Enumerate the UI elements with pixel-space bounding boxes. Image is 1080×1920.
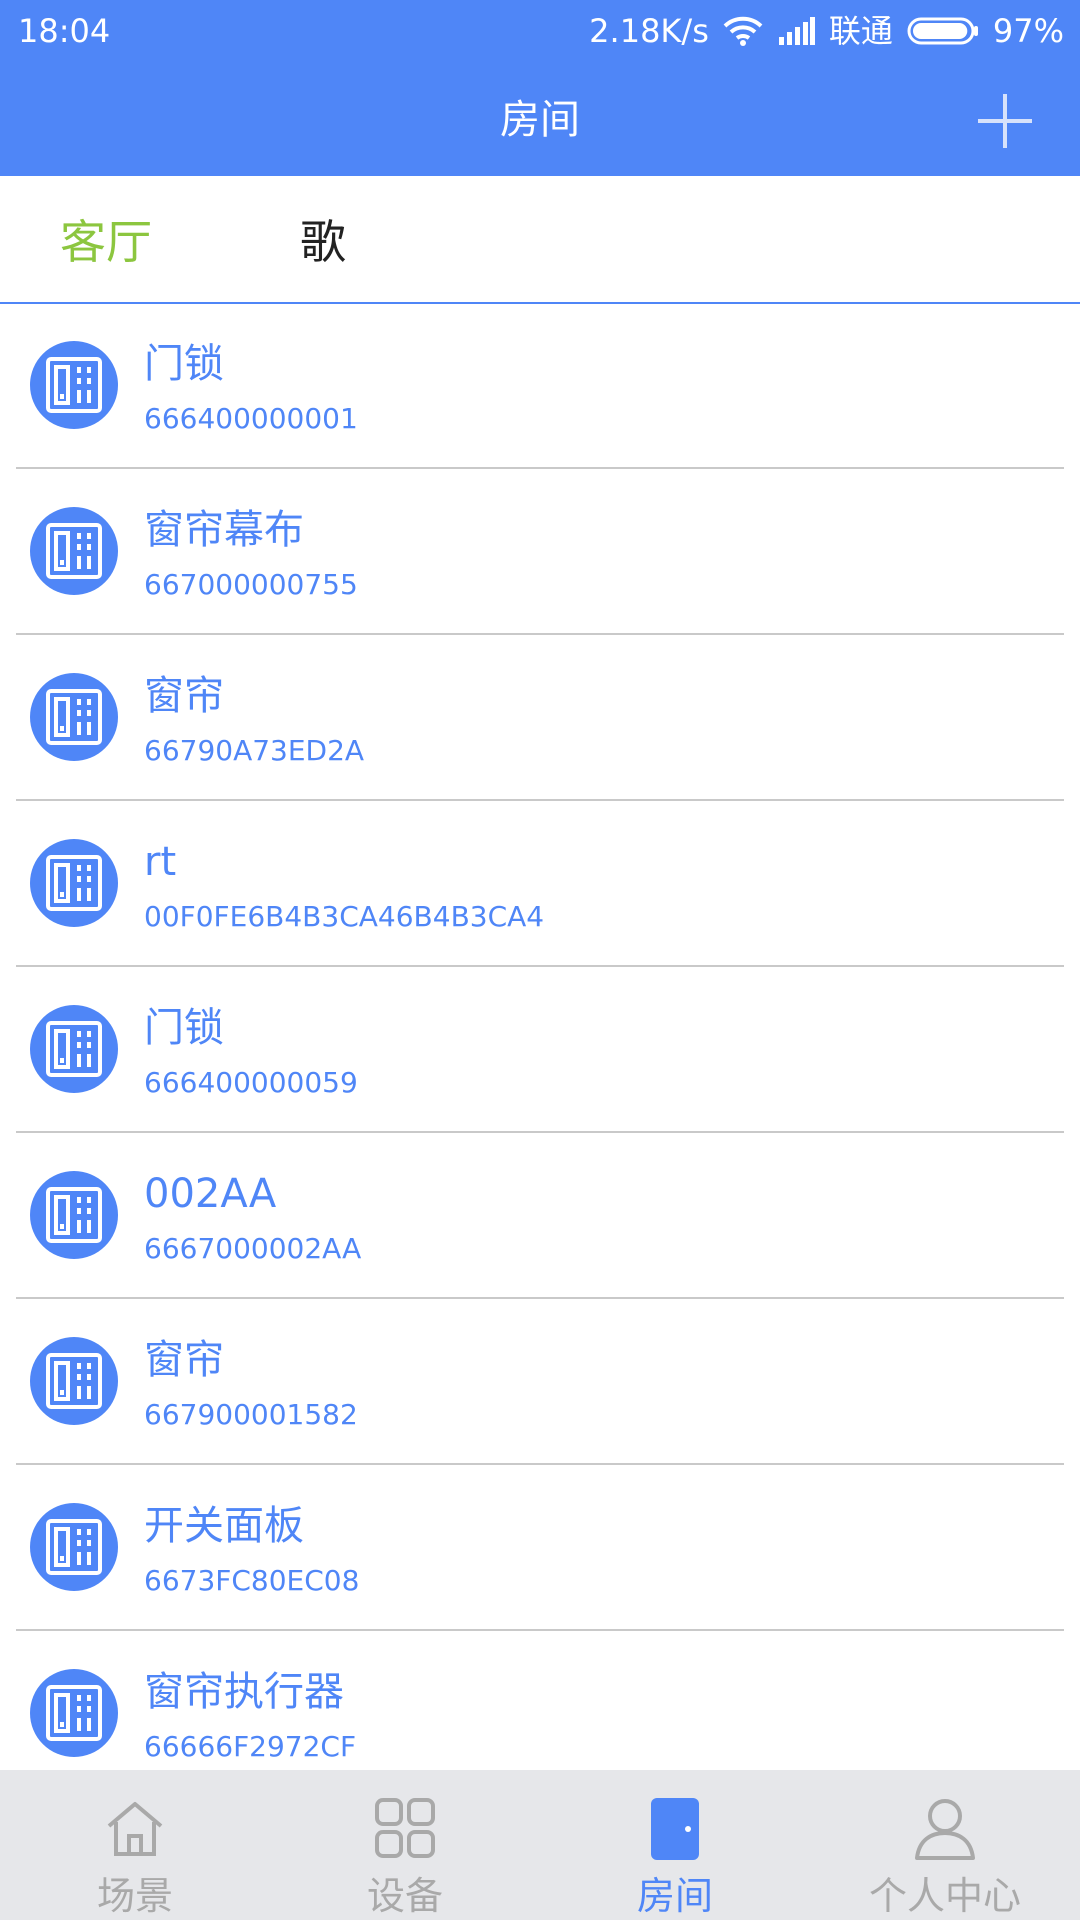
signal-icon (777, 17, 815, 45)
wifi-icon (723, 16, 763, 46)
device-name: 窗帘幕布 (144, 507, 304, 553)
device-icon-circle (30, 673, 118, 761)
switch-panel-icon (46, 523, 102, 579)
device-icon-circle (30, 1337, 118, 1425)
home-icon (107, 1802, 163, 1856)
device-row[interactable]: 窗帘幕布 667000000755 (16, 469, 1064, 635)
device-code: 666400000059 (144, 1066, 358, 1099)
nav-profile[interactable]: 个人中心 (810, 1770, 1080, 1920)
nav-scenes[interactable]: 场景 (0, 1770, 270, 1920)
tab-living-room[interactable]: 客厅 (60, 214, 152, 270)
device-code: 66790A73ED2A (144, 734, 365, 767)
device-name: 门锁 (144, 341, 224, 387)
device-code: 66666F2972CF (144, 1730, 357, 1763)
switch-panel-icon (46, 689, 102, 745)
device-icon-circle (30, 341, 118, 429)
battery-percent: 97% (992, 12, 1064, 50)
device-name: 门锁 (144, 1005, 224, 1051)
nav-label: 设备 (366, 1874, 443, 1918)
device-name: 窗帘 (144, 1337, 224, 1383)
device-row[interactable]: 窗帘 66790A73ED2A (16, 635, 1064, 801)
device-code: 6667000002AA (144, 1232, 362, 1265)
plus-icon (978, 94, 1032, 148)
device-row[interactable]: 门锁 666400000001 (16, 303, 1064, 469)
carrier-name: 联通 (828, 12, 893, 50)
device-icon-circle (30, 1503, 118, 1591)
status-time: 18:04 (18, 12, 111, 50)
device-icon-circle (30, 1005, 118, 1093)
nav-label: 房间 (636, 1874, 713, 1918)
device-name: 窗帘 (144, 673, 224, 719)
tab-room-2[interactable]: 歌 (300, 214, 346, 270)
nav-label: 场景 (96, 1874, 173, 1918)
top-bar: 18:04 2.18K/s 联通 97% 房间 (0, 0, 1080, 176)
device-name: 开关面板 (144, 1503, 304, 1549)
device-row[interactable]: 开关面板 6673FC80EC08 (16, 1465, 1064, 1631)
status-bar: 18:04 2.18K/s 联通 97% (0, 0, 1080, 62)
user-icon (915, 1799, 975, 1860)
switch-panel-icon (46, 1187, 102, 1243)
nav-label: 个人中心 (868, 1874, 1021, 1918)
device-icon-circle (30, 507, 118, 595)
device-icon-circle (30, 839, 118, 927)
room-tabs: 客厅 歌 (0, 176, 1080, 304)
device-icon-circle (30, 1669, 118, 1757)
grid-icon (375, 1798, 435, 1858)
device-code: 6673FC80EC08 (144, 1564, 360, 1597)
switch-panel-icon (46, 357, 102, 413)
device-code: 666400000001 (144, 402, 358, 435)
bottom-nav: 场景 设备 房间 个人中心 (0, 1770, 1080, 1920)
add-room-button[interactable] (972, 88, 1038, 154)
device-icon-circle (30, 1171, 118, 1259)
device-row[interactable]: 门锁 666400000059 (16, 967, 1064, 1133)
switch-panel-icon (46, 1021, 102, 1077)
device-row[interactable]: rt 00F0FE6B4B3CA46B4B3CA4 (16, 801, 1064, 967)
nav-devices[interactable]: 设备 (270, 1770, 540, 1920)
device-code: 00F0FE6B4B3CA46B4B3CA4 (144, 900, 545, 933)
device-row[interactable]: 002AA 6667000002AA (16, 1133, 1064, 1299)
switch-panel-icon (46, 855, 102, 911)
battery-icon (907, 16, 979, 46)
device-row[interactable]: 窗帘执行器 66666F2972CF (16, 1631, 1064, 1770)
status-right: 2.18K/s 联通 97% (589, 0, 1064, 62)
door-icon (651, 1798, 699, 1860)
device-code: 667900001582 (144, 1398, 358, 1431)
switch-panel-icon (46, 1353, 102, 1409)
device-name: rt (144, 839, 177, 885)
page-title: 房间 (500, 97, 580, 143)
device-name: 窗帘执行器 (144, 1669, 344, 1715)
device-row[interactable]: 窗帘 667900001582 (16, 1299, 1064, 1465)
nav-rooms[interactable]: 房间 (540, 1770, 810, 1920)
device-code: 667000000755 (144, 568, 358, 601)
network-speed: 2.18K/s (589, 12, 709, 50)
switch-panel-icon (46, 1519, 102, 1575)
device-name: 002AA (144, 1171, 277, 1217)
switch-panel-icon (46, 1685, 102, 1741)
device-list: 门锁 666400000001 窗帘幕布 667000000755 窗帘 667… (0, 303, 1080, 1770)
